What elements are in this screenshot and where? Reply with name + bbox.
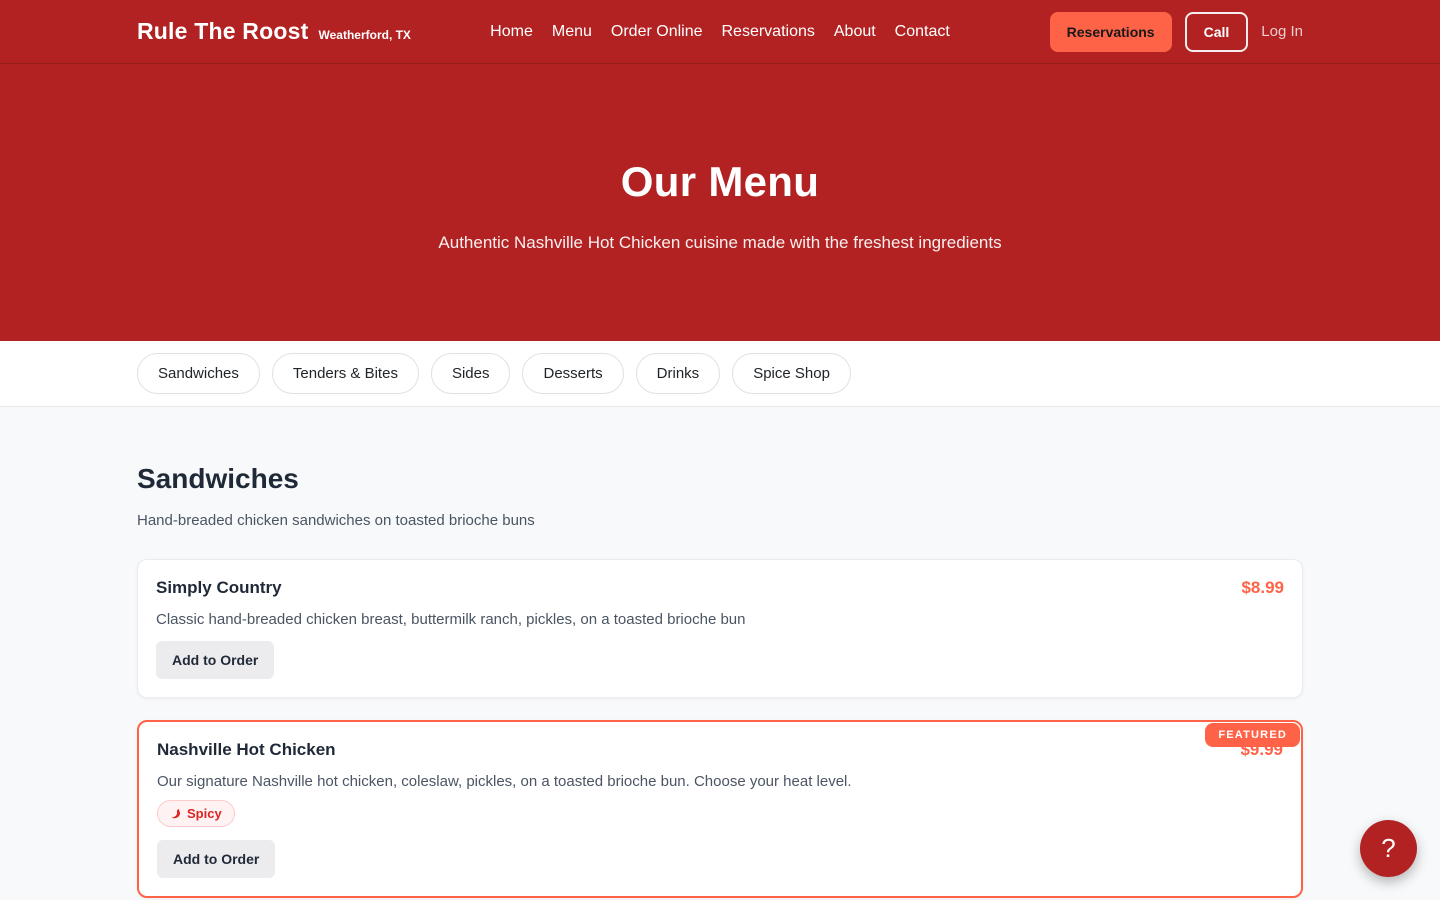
menu-item-header: Nashville Hot Chicken $9.99 <box>157 740 1283 760</box>
site-header: Rule The Roost Weatherford, TX Home Menu… <box>0 0 1440 64</box>
category-pill-desserts[interactable]: Desserts <box>522 353 623 394</box>
brand-logo: Rule The Roost <box>137 18 308 45</box>
category-pill-sides[interactable]: Sides <box>431 353 511 394</box>
page-subtitle: Authentic Nashville Hot Chicken cuisine … <box>0 233 1440 253</box>
nav-link-about[interactable]: About <box>832 19 878 45</box>
nav-link-menu[interactable]: Menu <box>550 19 594 45</box>
featured-badge: FEATURED <box>1205 723 1300 747</box>
brand-location: Weatherford, TX <box>318 28 410 42</box>
page-title: Our Menu <box>0 64 1440 206</box>
nav-link-contact[interactable]: Contact <box>893 19 952 45</box>
category-pill-tenders-bites[interactable]: Tenders & Bites <box>272 353 419 394</box>
item-name: Simply Country <box>156 578 282 598</box>
section-description: Hand-breaded chicken sandwiches on toast… <box>137 512 1303 529</box>
category-pill-drinks[interactable]: Drinks <box>636 353 721 394</box>
category-pill-spice-shop[interactable]: Spice Shop <box>732 353 851 394</box>
menu-item-card: Simply Country $8.99 Classic hand-breade… <box>137 559 1303 698</box>
main-nav: Home Menu Order Online Reservations Abou… <box>488 19 952 45</box>
item-description: Our signature Nashville hot chicken, col… <box>157 773 1283 790</box>
spicy-label: Spicy <box>187 806 222 821</box>
menu-item-card-featured: FEATURED Nashville Hot Chicken $9.99 Our… <box>137 720 1303 898</box>
brand[interactable]: Rule The Roost Weatherford, TX <box>137 18 411 45</box>
nav-link-home[interactable]: Home <box>488 19 535 45</box>
item-description: Classic hand-breaded chicken breast, but… <box>156 611 1284 628</box>
section-title: Sandwiches <box>137 463 1303 495</box>
login-link[interactable]: Log In <box>1261 23 1303 40</box>
category-bar: Sandwiches Tenders & Bites Sides Dessert… <box>0 341 1440 407</box>
hero-section: Our Menu Authentic Nashville Hot Chicken… <box>0 64 1440 341</box>
nav-link-order-online[interactable]: Order Online <box>609 19 705 45</box>
call-button[interactable]: Call <box>1185 12 1249 52</box>
question-mark-icon: ? <box>1381 833 1395 864</box>
reservations-button[interactable]: Reservations <box>1050 12 1172 52</box>
menu-section: Sandwiches Hand-breaded chicken sandwich… <box>0 407 1440 900</box>
menu-item-header: Simply Country $8.99 <box>156 578 1284 598</box>
spicy-badge: Spicy <box>157 800 235 827</box>
category-pill-sandwiches[interactable]: Sandwiches <box>137 353 260 394</box>
add-to-order-button[interactable]: Add to Order <box>157 840 275 878</box>
help-button[interactable]: ? <box>1360 820 1417 877</box>
item-name: Nashville Hot Chicken <box>157 740 336 760</box>
chili-pepper-icon <box>170 808 182 820</box>
header-actions: Reservations Call Log In <box>1050 12 1303 52</box>
nav-link-reservations[interactable]: Reservations <box>719 19 816 45</box>
item-price: $8.99 <box>1241 578 1284 598</box>
add-to-order-button[interactable]: Add to Order <box>156 641 274 679</box>
